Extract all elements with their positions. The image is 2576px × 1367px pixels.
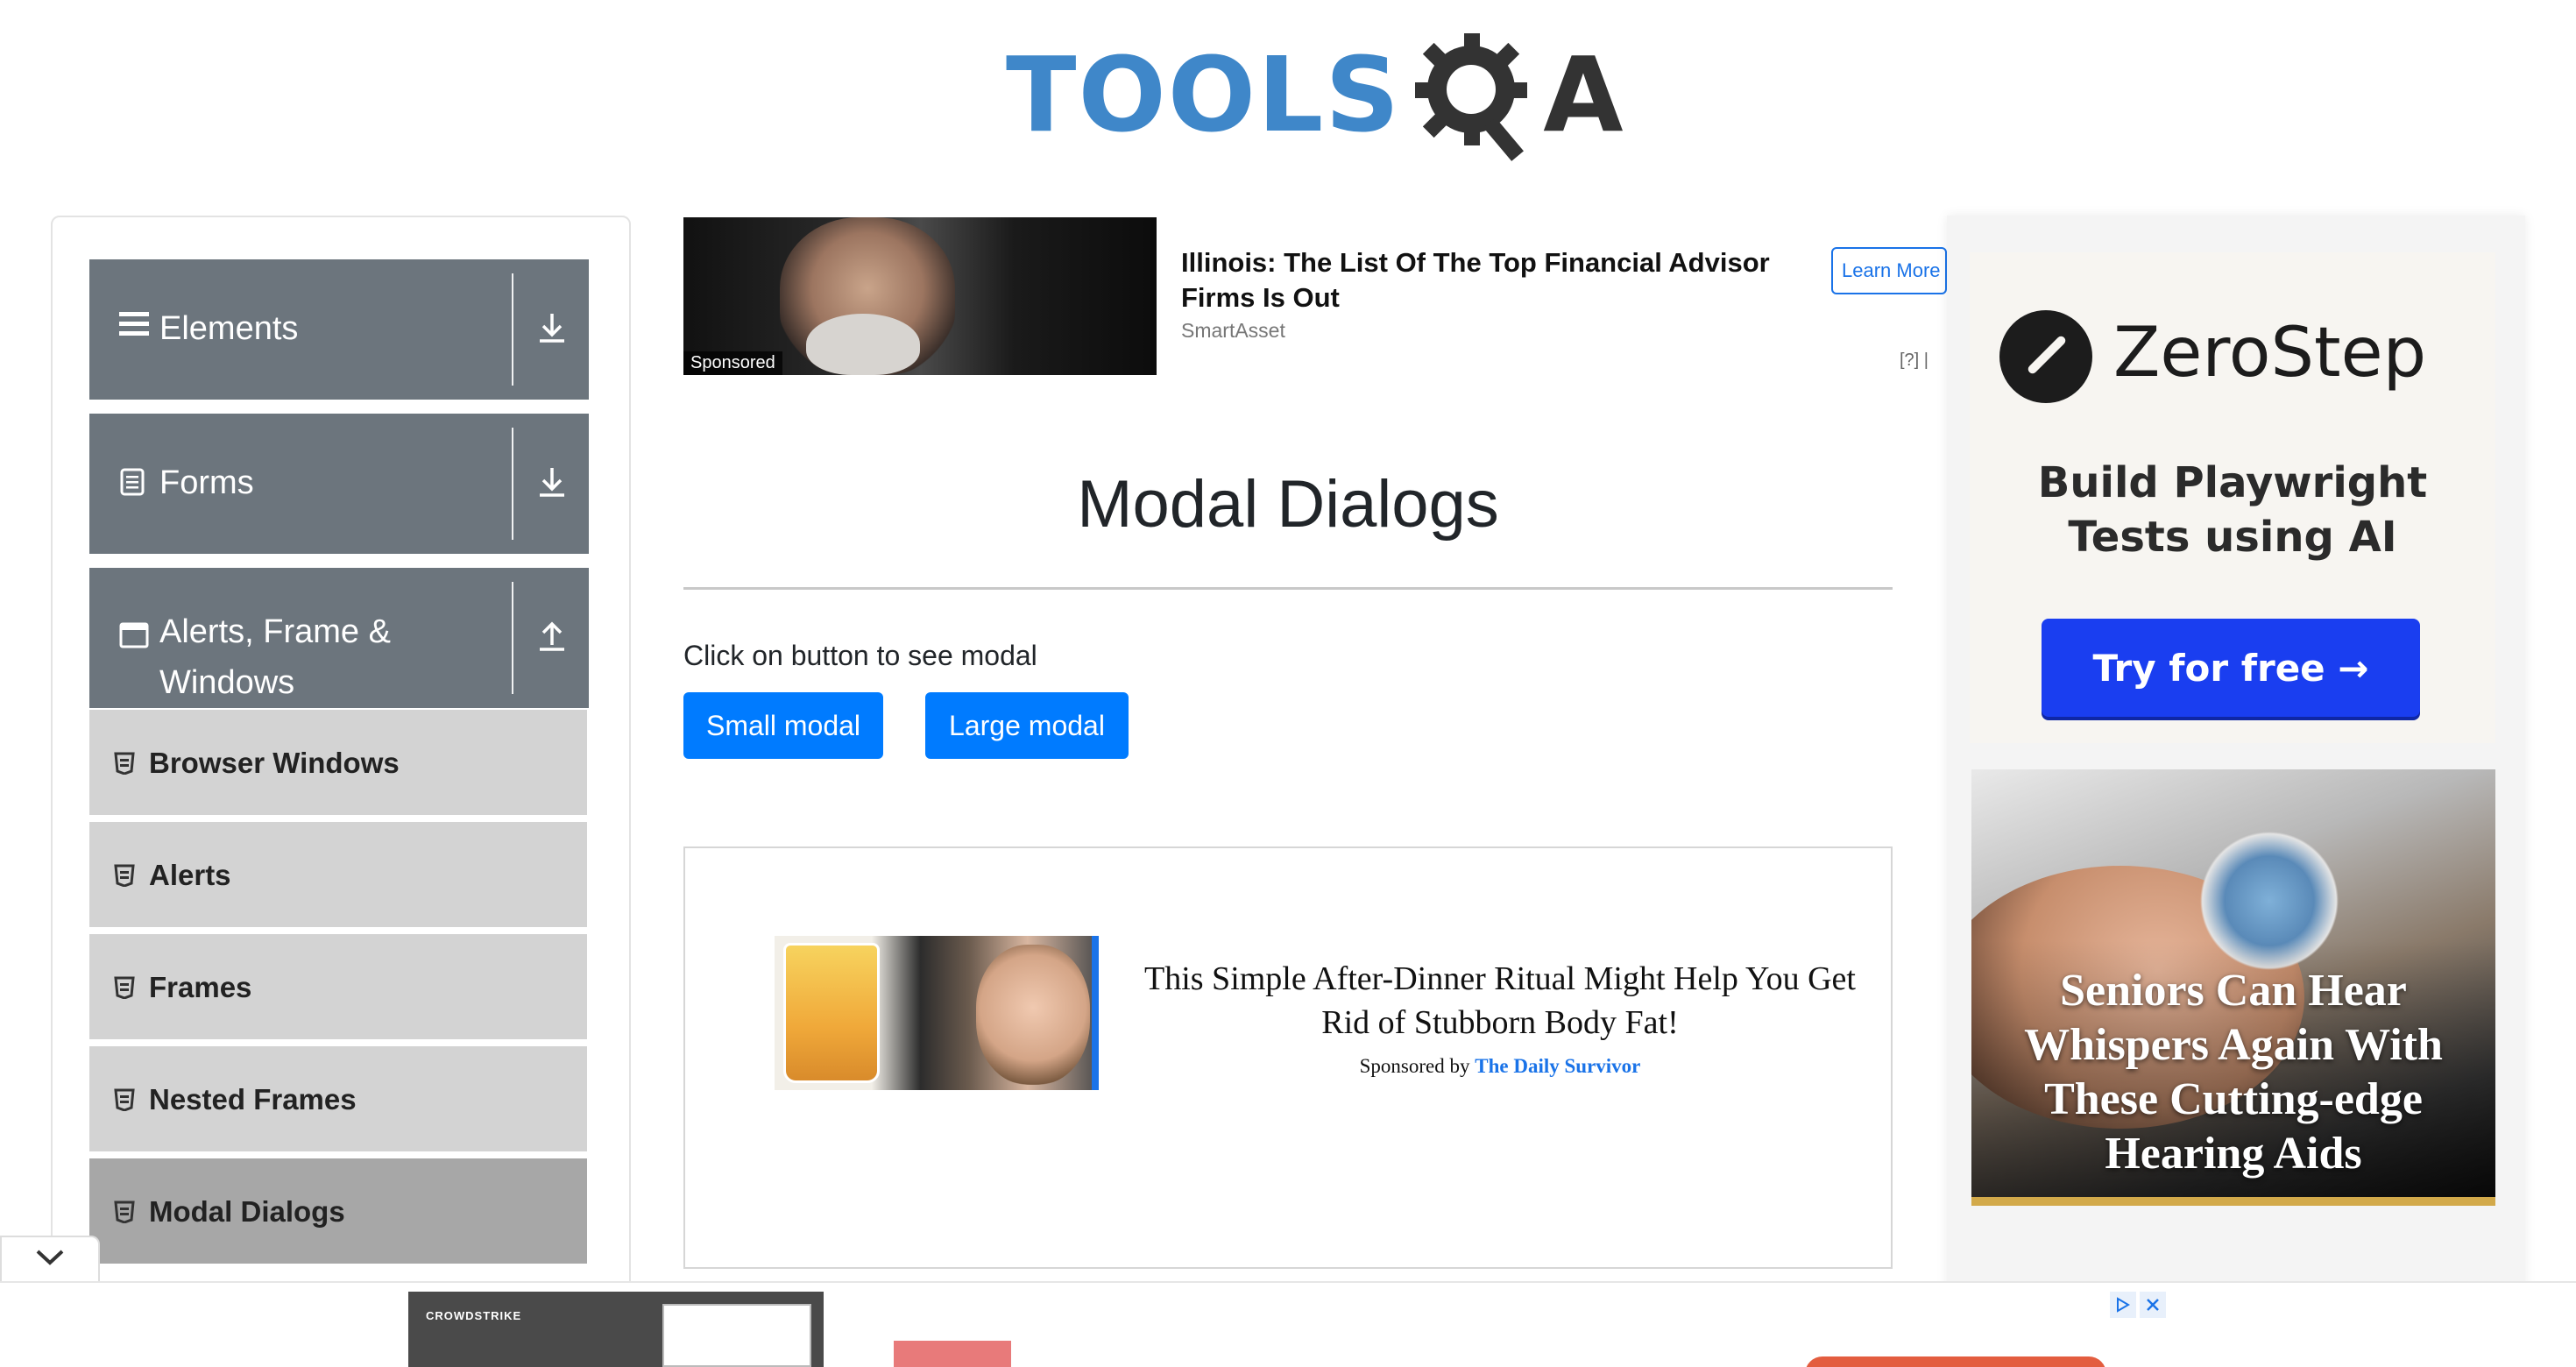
html5-icon: [114, 1201, 137, 1224]
top-ad-image[interactable]: Sponsored: [683, 217, 1157, 375]
chevron-down-icon: [34, 1248, 66, 1271]
logo-a-text: A: [1543, 34, 1624, 155]
group-header-alerts-frame-windows[interactable]: Alerts, Frame & Windows: [89, 568, 589, 708]
sidebar-item-label: Nested Frames: [149, 1083, 357, 1116]
zerostep-logo-icon: [1999, 310, 2092, 403]
crowdstrike-panel: CROWDSTRIKE: [408, 1292, 824, 1367]
html5-icon: [114, 864, 137, 888]
hearing-aid-ad[interactable]: Seniors Can Hear Whispers Again With The…: [1971, 769, 2495, 1206]
content-ad-sponsor-line: Sponsored by The Daily Survivor: [1123, 1055, 1877, 1078]
hearing-ad-line4: Hearing Aids: [2105, 1129, 2362, 1179]
title-divider: [683, 587, 1893, 590]
instruction-text: Click on button to see modal: [683, 640, 1037, 671]
content-ad[interactable]: This Simple After-Dinner Ritual Might He…: [683, 846, 1893, 1269]
hearing-ad-line3: These Cutting-edge: [2044, 1074, 2423, 1124]
close-ad-icon[interactable]: [2140, 1292, 2166, 1318]
divider: [512, 582, 513, 694]
top-ad-title[interactable]: Illinois: The List Of The Top Financial …: [1181, 245, 1794, 315]
adchoices-link[interactable]: [?] |: [1900, 351, 1928, 371]
hearing-ad-line1: Seniors Can Hear: [2060, 966, 2407, 1016]
sidebar-item-label: Alerts: [149, 859, 231, 891]
crowdstrike-logo: CROWDSTRIKE: [426, 1309, 522, 1322]
divider: [512, 428, 513, 540]
ad-woman-face: [976, 945, 1090, 1085]
zerostep-subtitle: Build Playwright Tests using AI: [1970, 456, 2495, 564]
adchoices-icon[interactable]: [2110, 1292, 2136, 1318]
content-ad-headline[interactable]: This Simple After-Dinner Ritual Might He…: [1123, 957, 1877, 1045]
download-arrow-icon[interactable]: [534, 310, 575, 351]
sponsor-link[interactable]: The Daily Survivor: [1475, 1055, 1640, 1077]
sidebar-item-label: Browser Windows: [149, 747, 400, 779]
collapse-ad-button[interactable]: [0, 1236, 100, 1281]
zerostep-subtitle-line2: Tests using AI: [2068, 513, 2397, 562]
upload-arrow-icon[interactable]: [534, 619, 575, 659]
html5-icon: [114, 752, 137, 776]
zerostep-ad[interactable]: ZeroStep Build Playwright Tests using AI…: [1970, 252, 2495, 743]
window-icon: [119, 622, 149, 656]
sidebar-item-label: Modal Dialogs: [149, 1195, 345, 1228]
group-label-line2: Windows: [159, 664, 295, 701]
sidebar-item-label: Frames: [149, 971, 252, 1003]
group-label: Forms: [159, 464, 254, 501]
toolsqa-logo[interactable]: TOOLS A: [1006, 25, 1624, 165]
learn-more-button[interactable]: Learn More: [1831, 247, 1947, 294]
html5-icon: [114, 976, 137, 1000]
ad-portrait-beard: [806, 314, 920, 375]
ad-drink-glass: [783, 943, 880, 1083]
sidebar-item-modal-dialogs[interactable]: Modal Dialogs: [89, 1158, 587, 1267]
ad-cta-pill[interactable]: [1805, 1356, 2106, 1367]
hearing-ad-line2: Whispers Again With: [2024, 1020, 2443, 1070]
ad-red-block: [894, 1341, 1011, 1367]
group-label-line1: Alerts, Frame &: [159, 613, 391, 650]
logo-tools-text: TOOLS: [1006, 34, 1402, 155]
top-ad-source: SmartAsset: [1181, 319, 1285, 342]
ad-controls: [2110, 1292, 2168, 1318]
page-title: Modal Dialogs: [1077, 467, 1499, 542]
gear-magnifier-icon: [1408, 25, 1548, 165]
html5-icon: [114, 1088, 137, 1112]
hamburger-icon: [119, 310, 149, 344]
divider: [512, 273, 513, 386]
hearing-ad-headline: Seniors Can Hear Whispers Again With The…: [1980, 964, 2487, 1181]
ad-document-image: [662, 1304, 811, 1367]
document-icon: [119, 468, 149, 504]
group-label: Elements: [159, 310, 299, 347]
large-modal-button[interactable]: Large modal: [925, 692, 1129, 759]
sponsored-label: Sponsored: [683, 351, 782, 375]
download-arrow-icon[interactable]: [534, 464, 575, 505]
small-modal-button[interactable]: Small modal: [683, 692, 883, 759]
bottom-banner-ad[interactable]: CROWDSTRIKE: [408, 1292, 2168, 1367]
sponsored-by-prefix: Sponsored by: [1359, 1055, 1470, 1077]
ad-image-edge: [1092, 936, 1099, 1090]
sidebar-item-alerts[interactable]: Alerts: [89, 822, 587, 931]
content-ad-image[interactable]: [775, 936, 1099, 1090]
sidebar-item-frames[interactable]: Frames: [89, 934, 587, 1043]
sidebar-item-nested-frames[interactable]: Nested Frames: [89, 1046, 587, 1155]
group-header-forms[interactable]: Forms: [89, 414, 589, 554]
try-for-free-button[interactable]: Try for free →: [2042, 619, 2420, 717]
sidebar-item-browser-windows[interactable]: Browser Windows: [89, 710, 587, 818]
zerostep-subtitle-line1: Build Playwright: [2037, 458, 2428, 507]
group-header-elements[interactable]: Elements: [89, 259, 589, 400]
zerostep-brand: ZeroStep: [2113, 314, 2427, 393]
